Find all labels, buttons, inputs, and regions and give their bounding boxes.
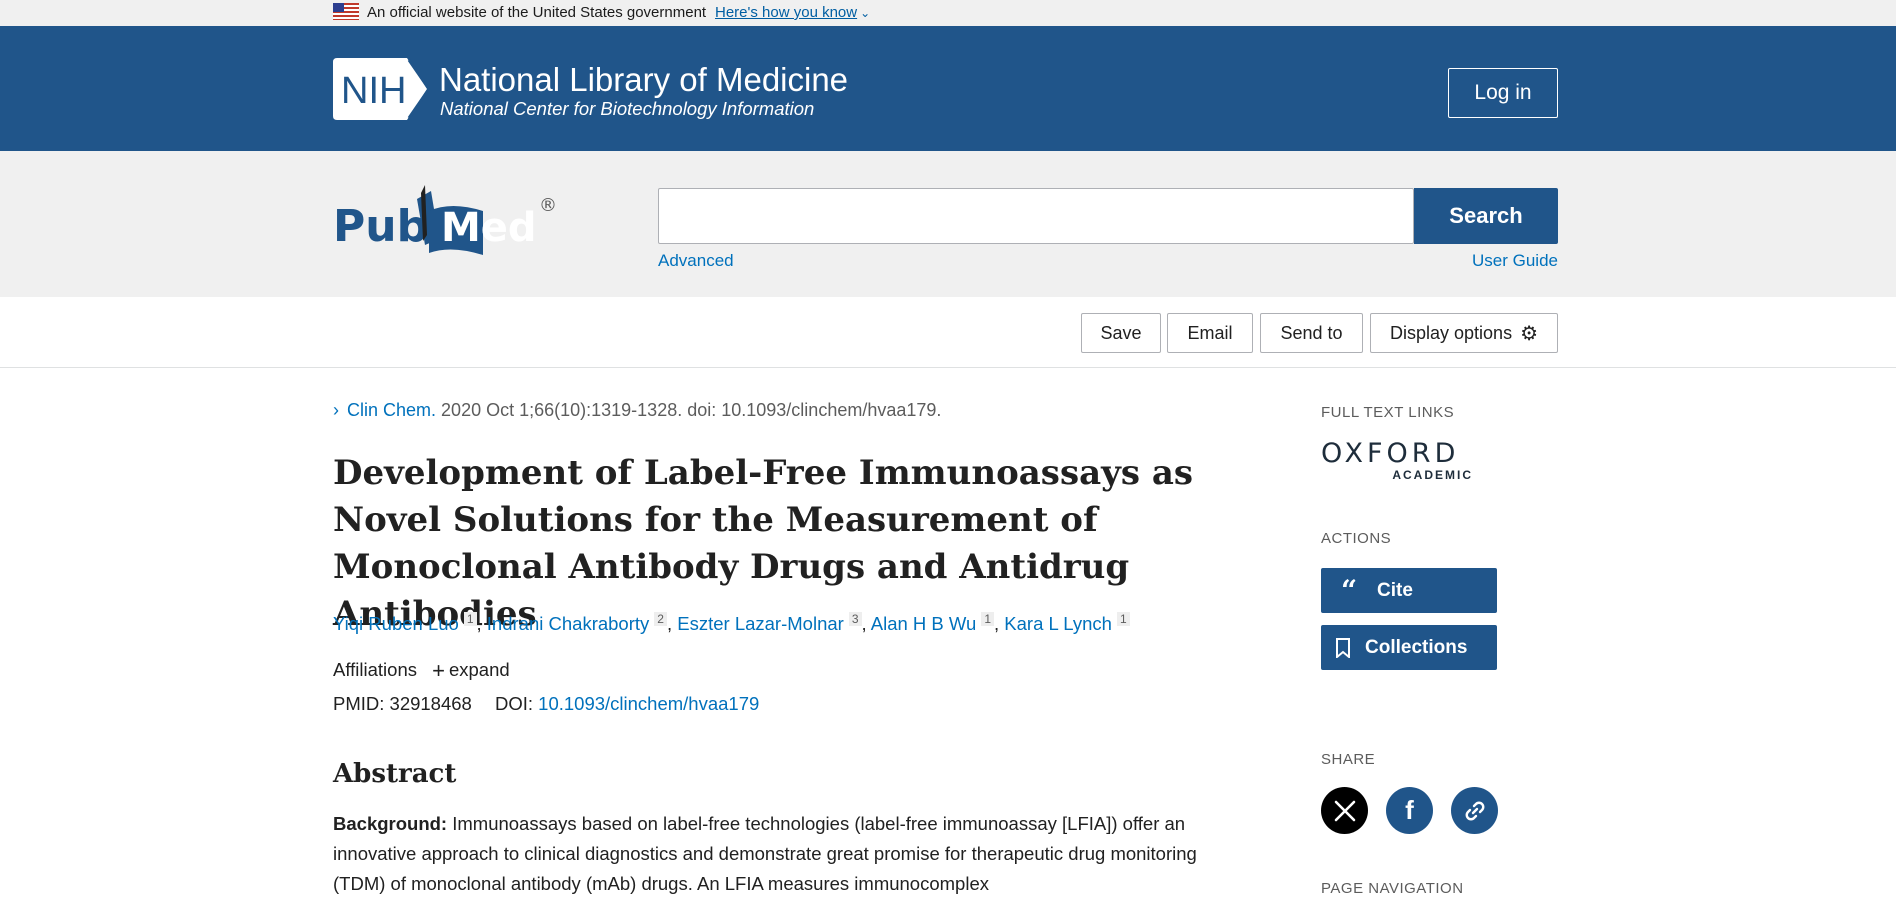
login-button[interactable]: Log in xyxy=(1448,68,1558,118)
x-twitter-icon[interactable] xyxy=(1321,787,1368,834)
abstract-background-label: Background: xyxy=(333,813,448,834)
quote-icon: “ xyxy=(1340,573,1358,607)
advanced-search-link[interactable]: Advanced xyxy=(658,251,734,271)
author-link[interactable]: Indrani Chakraborty xyxy=(487,613,649,634)
how-you-know-label: Here's how you know xyxy=(715,4,858,21)
full-text-links-label: FULL TEXT LINKS xyxy=(1321,404,1455,421)
expand-label: expand xyxy=(448,659,510,680)
pubmed-logo-med: Med xyxy=(441,205,537,251)
search-button[interactable]: Search xyxy=(1414,188,1558,244)
affiliation-badge[interactable]: 1 xyxy=(463,612,477,626)
authors-list: Yiqi Ruben Luo 1, Indrani Chakraborty 2, E… xyxy=(333,612,1130,635)
us-flag-icon xyxy=(333,3,359,20)
nih-title[interactable]: National Library of Medicine xyxy=(439,61,848,99)
bookmark-icon xyxy=(1321,637,1365,658)
article-title: Development of Label-Free Immunoassays a… xyxy=(333,453,1194,634)
author-link[interactable]: Yiqi Ruben Luo xyxy=(333,613,459,634)
article-ids: PMID: 32918468 DOI: 10.1093/clinchem/hva… xyxy=(333,693,759,715)
pmid-value: 32918468 xyxy=(389,693,472,714)
collections-button[interactable]: Collections xyxy=(1321,625,1497,670)
author-link[interactable]: Alan H B Wu xyxy=(871,613,977,634)
doi-label: DOI: xyxy=(494,693,534,714)
affiliations-row: Affiliations + expand xyxy=(333,658,510,684)
cite-button[interactable]: “ Cite xyxy=(1321,568,1497,613)
pubmed-logo[interactable]: Pub Med ® xyxy=(333,181,563,257)
chevron-right-icon[interactable]: › xyxy=(333,400,339,420)
expand-affiliations-button[interactable]: + expand xyxy=(432,658,510,683)
pubmed-logo-pub: Pub xyxy=(333,201,428,252)
cite-label: Cite xyxy=(1377,579,1413,601)
share-buttons: f xyxy=(1321,787,1498,834)
share-label: SHARE xyxy=(1321,751,1376,768)
nih-logo[interactable]: NIH xyxy=(333,58,429,120)
citation-details: 2020 Oct 1;66(10):1319-1328. doi: 10.109… xyxy=(441,400,942,420)
gov-banner: An official website of the United States… xyxy=(0,0,1896,26)
pmid-label: PMID: xyxy=(333,693,385,714)
display-options-label: Display options xyxy=(1390,322,1513,343)
user-guide-link[interactable]: User Guide xyxy=(1472,251,1558,271)
actions-label: ACTIONS xyxy=(1321,530,1392,547)
send-to-button[interactable]: Send to xyxy=(1260,313,1363,353)
abstract-background-text: Immunoassays based on label-free technol… xyxy=(333,813,1197,894)
nih-subtitle: National Center for Biotechnology Inform… xyxy=(440,98,815,119)
affiliations-label: Affiliations xyxy=(333,659,417,680)
email-button[interactable]: Email xyxy=(1167,313,1253,353)
affiliation-badge[interactable]: 2 xyxy=(654,612,667,626)
affiliation-badge[interactable]: 1 xyxy=(1116,612,1130,626)
save-button[interactable]: Save xyxy=(1081,313,1161,353)
nih-header: NIH National Library of Medicine Nationa… xyxy=(0,26,1896,151)
how-you-know-link[interactable]: Here's how you know ⌄ xyxy=(715,4,870,21)
collections-label: Collections xyxy=(1365,636,1468,658)
affiliation-badge[interactable]: 3 xyxy=(848,612,862,626)
author-link[interactable]: Eszter Lazar-Molnar xyxy=(677,613,844,634)
facebook-icon[interactable]: f xyxy=(1386,787,1433,834)
abstract-heading: Abstract xyxy=(333,759,457,789)
display-options-button[interactable]: Display options ⚙ xyxy=(1370,313,1558,353)
search-area: Pub Med ® Search Advanced User Guide xyxy=(0,151,1896,297)
chevron-down-icon: ⌄ xyxy=(860,6,871,20)
plus-icon: + xyxy=(432,658,445,683)
search-input[interactable] xyxy=(658,188,1414,244)
journal-link[interactable]: Clin Chem. xyxy=(347,400,436,420)
gov-banner-text: An official website of the United States… xyxy=(367,4,707,21)
oxford-logo-text: OXFORD xyxy=(1321,438,1460,469)
link-icon[interactable] xyxy=(1451,787,1498,834)
abstract-text: Background: Immunoassays based on label-… xyxy=(333,809,1218,899)
doi-link[interactable]: 10.1093/clinchem/hvaa179 xyxy=(538,693,759,714)
affiliation-badge[interactable]: 1 xyxy=(981,612,995,626)
article-citation: › Clin Chem. 2020 Oct 1;66(10):1319-1328.… xyxy=(333,400,941,421)
registered-mark: ® xyxy=(539,195,557,216)
article-toolbar: Save Email Send to Display options ⚙ xyxy=(0,297,1896,368)
nih-logo-text: NIH xyxy=(341,70,406,112)
academic-logo-text: ACADEMIC xyxy=(1392,468,1473,482)
page-navigation-label: PAGE NAVIGATION xyxy=(1321,880,1464,897)
author-link[interactable]: Kara L Lynch xyxy=(1004,613,1112,634)
oxford-academic-logo[interactable]: OXFORD ACADEMIC xyxy=(1321,438,1473,483)
gear-icon: ⚙ xyxy=(1520,322,1538,345)
